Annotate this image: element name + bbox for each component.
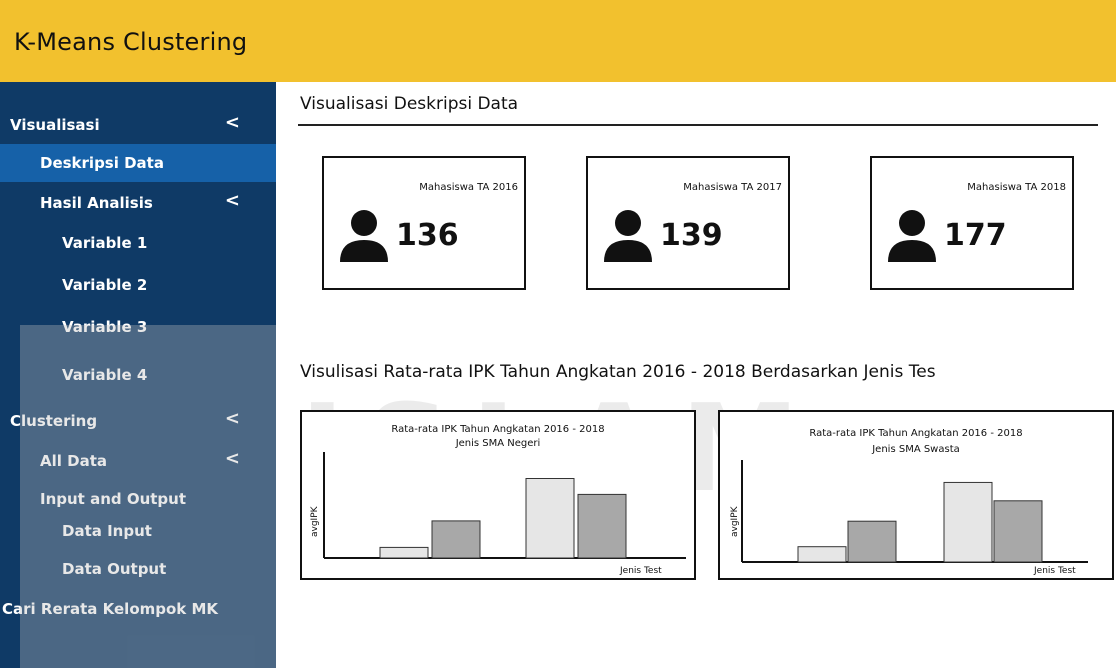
chart-x-label: Jenis Test [620, 566, 662, 576]
chart-sma-swasta: Rata-rata IPK Tahun Angkatan 2016 - 2018… [718, 410, 1114, 580]
bar-0 [797, 546, 847, 563]
user-icon [604, 210, 652, 262]
stat-card-2016: Mahasiswa TA 2016 136 [322, 156, 526, 290]
app-header: K-Means Clustering [0, 0, 1116, 82]
bar-1 [847, 520, 897, 563]
chevron-left-icon: < [224, 190, 240, 211]
card-value: 139 [660, 218, 723, 253]
sidebar-item-label: Hasil Analisis [40, 194, 153, 212]
card-caption: Mahasiswa TA 2016 [419, 182, 518, 193]
bar-2 [943, 481, 993, 563]
section-divider [298, 124, 1098, 126]
stat-card-2017: Mahasiswa TA 2017 139 [586, 156, 790, 290]
chart-sma-negeri: Rata-rata IPK Tahun Angkatan 2016 - 2018… [300, 410, 696, 580]
app-title: K-Means Clustering [14, 28, 248, 56]
sidebar-item-hasil-analisis[interactable]: Hasil Analisis < [0, 184, 276, 222]
section-title-deskripsi: Visualisasi Deskripsi Data [300, 94, 519, 114]
bar-3 [993, 500, 1043, 563]
card-caption: Mahasiswa TA 2018 [967, 182, 1066, 193]
sidebar-item-deskripsi-data[interactable]: Deskripsi Data [0, 144, 276, 182]
card-value: 177 [944, 218, 1007, 253]
sidebar-item-label: Deskripsi Data [40, 154, 164, 172]
watermark-overlay [20, 325, 276, 668]
sidebar-item-label: Variable 1 [62, 234, 148, 252]
bar-2 [525, 478, 575, 559]
sidebar-item-label: Visualisasi [10, 116, 100, 134]
sidebar-item-variable-2[interactable]: Variable 2 [0, 266, 276, 304]
bar-1 [431, 520, 481, 559]
chart-x-label: Jenis Test [1034, 566, 1076, 576]
chevron-left-icon: < [224, 112, 240, 133]
bar-3 [577, 493, 627, 559]
section-title-ipk: Visulisasi Rata-rata IPK Tahun Angkatan … [300, 362, 936, 382]
stat-card-2018: Mahasiswa TA 2018 177 [870, 156, 1074, 290]
user-icon [888, 210, 936, 262]
card-value: 136 [396, 218, 459, 253]
bar-chart-1 [323, 452, 686, 559]
bar-0 [379, 546, 429, 559]
bar-chart-2 [741, 460, 1088, 563]
sidebar-item-variable-1[interactable]: Variable 1 [0, 224, 276, 262]
sidebar-item-visualisasi[interactable]: Visualisasi < [0, 106, 276, 144]
sidebar-item-label: Variable 2 [62, 276, 148, 294]
card-caption: Mahasiswa TA 2017 [683, 182, 782, 193]
user-icon [340, 210, 388, 262]
